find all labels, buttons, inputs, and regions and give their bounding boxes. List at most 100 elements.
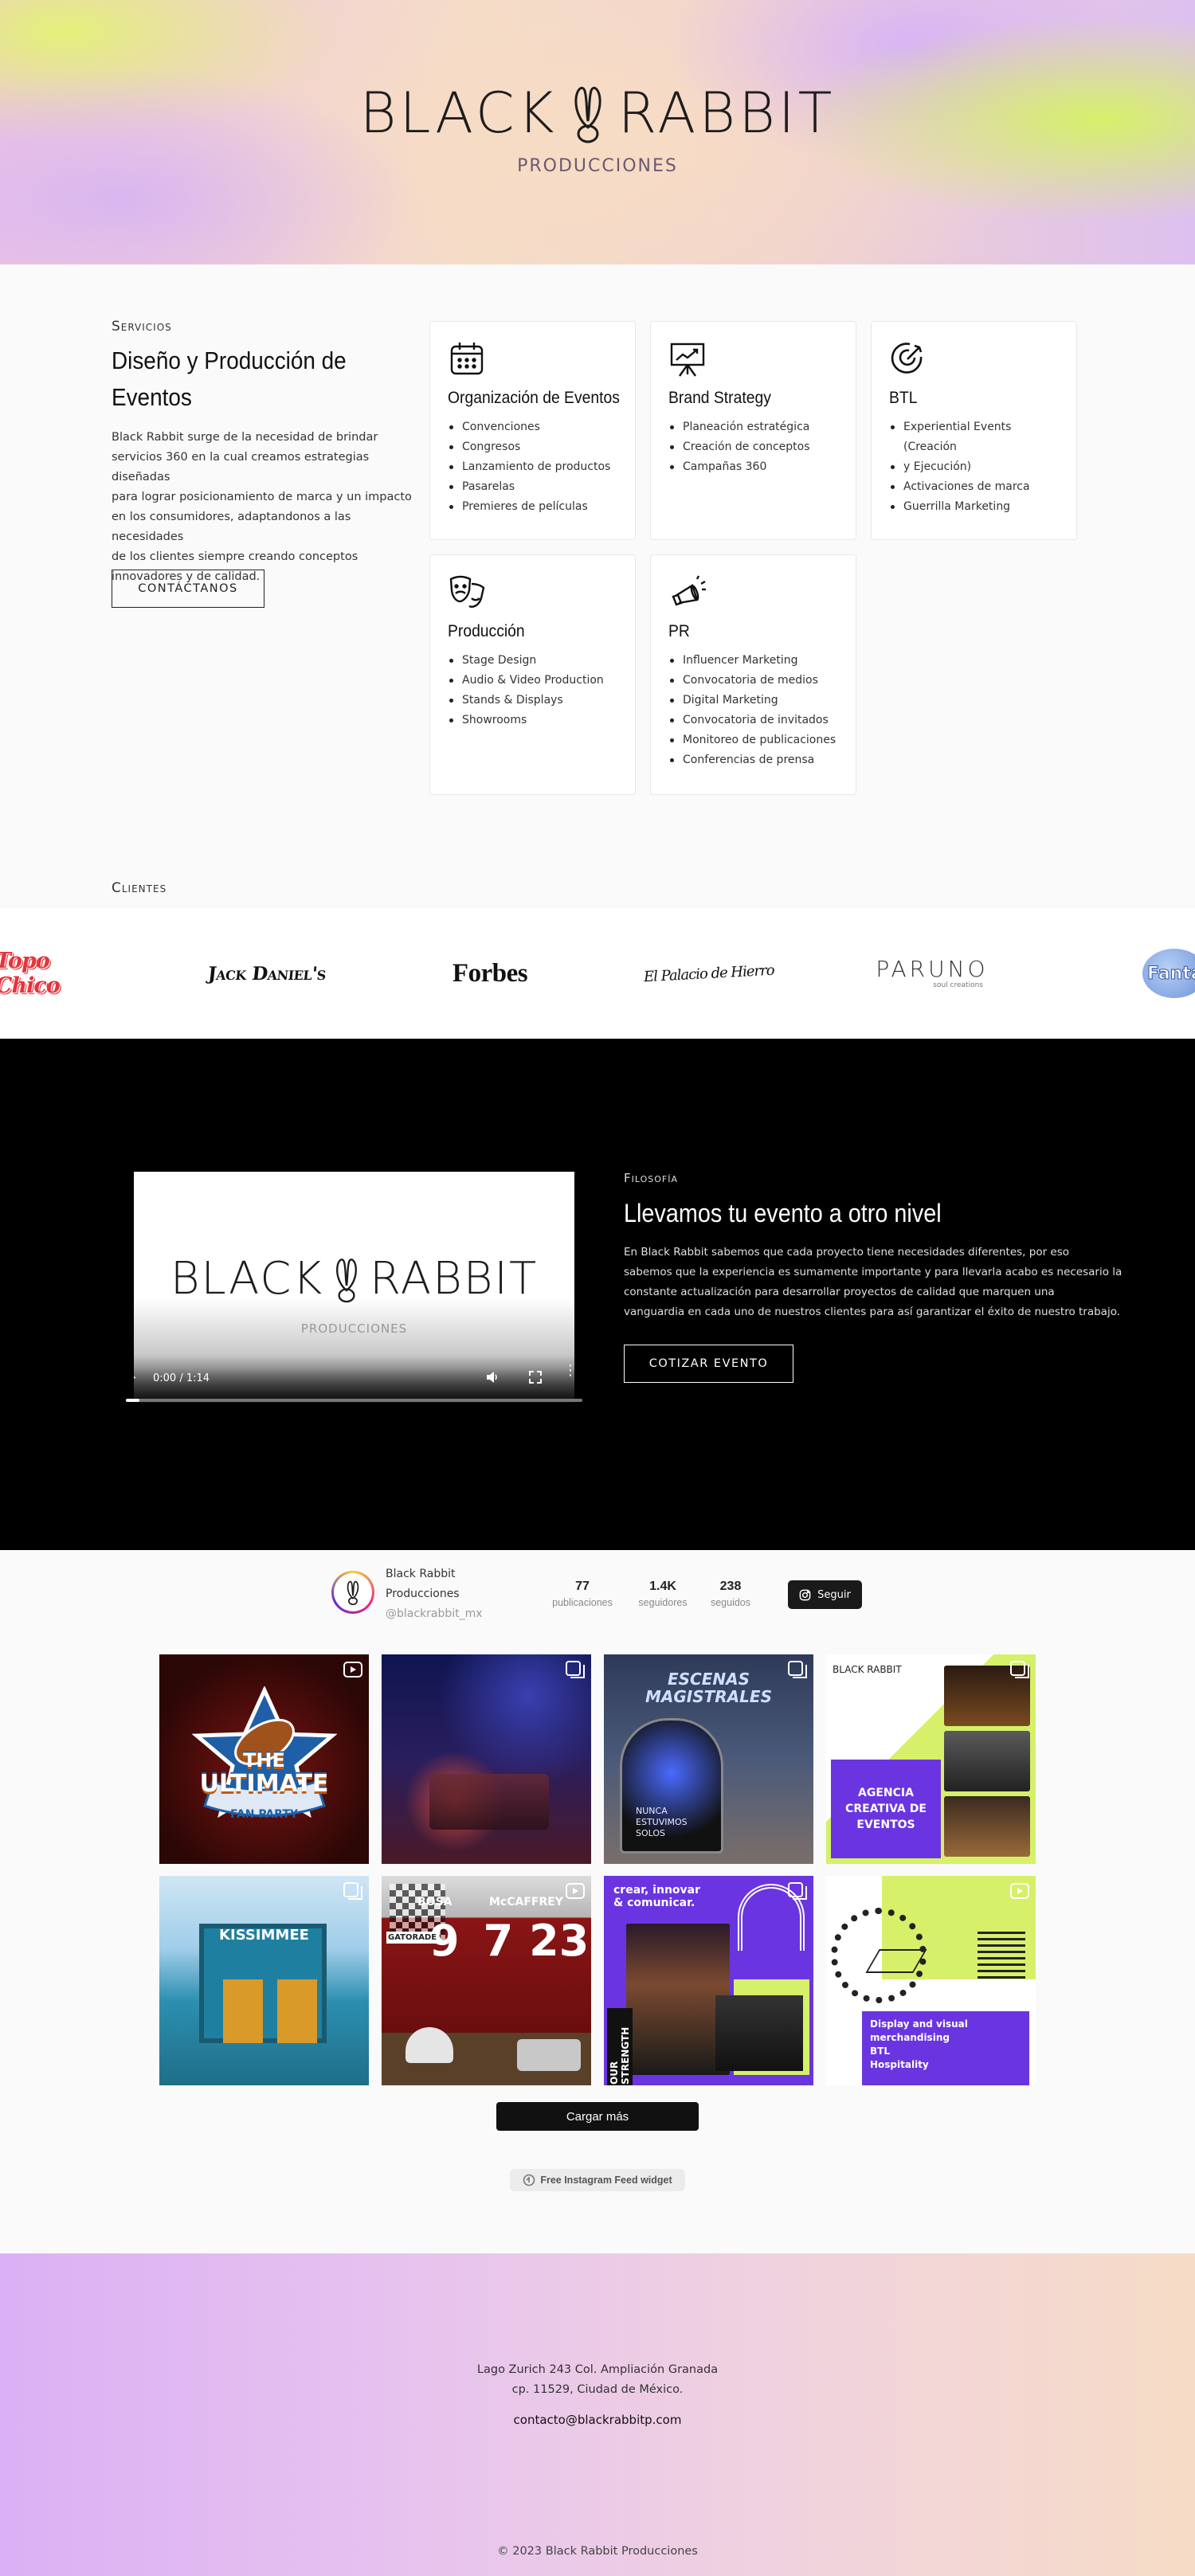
client-logo-text: Fanta (1147, 963, 1195, 984)
instagram-post[interactable]: BLACK RABBIT AGENCIA CREATIVA DE EVENTOS (826, 1654, 1036, 1864)
fullscreen-icon[interactable] (527, 1369, 543, 1385)
post-caption: crear, innovar & comunicar. (613, 1884, 701, 1909)
service-card-title: Organización de Eventos (448, 389, 620, 407)
description-line: para lograr posicionamiento de marca y u… (112, 491, 412, 503)
services-eyebrow: Servicios (112, 319, 172, 335)
stat-value: 238 (719, 1580, 742, 1593)
post-text: McCAFFREY (489, 1896, 563, 1909)
instagram-post[interactable]: BOSA McCAFFREY 9723 GATORADE (382, 1876, 591, 2085)
service-card-title: BTL (889, 389, 918, 407)
list-item: Experiential Events (Creación (889, 417, 1059, 457)
client-logo-forbes: Forbes (422, 908, 558, 1039)
list-item: Lanzamiento de productos (448, 457, 617, 477)
list-item: Congresos (448, 437, 617, 457)
instagram-post[interactable]: crear, innovar & comunicar. OUR STRENGTH (604, 1876, 813, 2085)
follow-button[interactable]: Seguir (788, 1580, 862, 1609)
post-caption: ESCENAS MAGISTRALES (604, 1670, 813, 1705)
client-logo-text: Forbes (452, 958, 528, 988)
post-caption: KISSIMMEE (219, 1927, 309, 1944)
list-item: Planeación estratégica (668, 417, 838, 437)
more-options-icon[interactable]: ⋮ (563, 1364, 574, 1378)
video-controls: ▶ 0:00 / 1:14 ⋮ (134, 1355, 574, 1403)
post-caption: AGENCIA CREATIVA DE EVENTOS (831, 1760, 941, 1858)
post-image-door (223, 1979, 263, 2043)
post-text: MAGISTRALES (645, 1687, 772, 1706)
instagram-post[interactable]: ESCENAS MAGISTRALES NUNCA ESTUVIMOS SOLO… (604, 1654, 813, 1864)
address-line: cp. 11529, Ciudad de México. (511, 2383, 684, 2396)
footer-address: Lago Zurich 243 Col. Ampliación Granada … (0, 2360, 1195, 2400)
post-text: BLACK RABBIT (833, 1664, 902, 1675)
widget-credit-label: Free Instagram Feed widget (540, 2175, 672, 2186)
instagram-profile-name[interactable]: Black Rabbit Producciones @blackrabbit_m… (386, 1564, 483, 1624)
address-line: Lago Zurich 243 Col. Ampliación Granada (476, 2363, 719, 2376)
clients-eyebrow: Clientes (112, 880, 167, 896)
list-item: Conferencias de prensa (668, 750, 838, 770)
description-line: en los consumidores, adaptandonos a las … (112, 511, 351, 543)
client-logo-text: PARUNO (876, 956, 989, 982)
service-card-list: Stage Design Audio & Video Production St… (448, 651, 617, 730)
instagram-handle: @blackrabbit_mx (386, 1607, 483, 1620)
reel-icon (1010, 1883, 1029, 1899)
video-progress-fill (126, 1399, 140, 1402)
description-line: de los clientes siempre creando concepto… (112, 550, 358, 563)
play-icon[interactable]: ▶ (134, 1371, 136, 1384)
list-item: Convenciones (448, 417, 617, 437)
reel-icon (343, 1662, 362, 1678)
instagram-icon (799, 1589, 811, 1600)
follow-label: Seguir (817, 1588, 851, 1601)
client-logo-topo-chico: Topo Chico (0, 908, 104, 1039)
client-logo-text: El Palacio de Hierro (643, 961, 775, 985)
load-more-button[interactable]: Cargar más (496, 2102, 699, 2131)
contact-button[interactable]: CONTÁCTANOS (112, 570, 264, 608)
profile-name-line: Producciones (386, 1587, 460, 1600)
theater-masks-icon (448, 573, 486, 611)
instagram-avatar[interactable] (331, 1571, 374, 1614)
megaphone-icon (668, 573, 707, 611)
service-card-list: Influencer Marketing Convocatoria de med… (668, 651, 838, 770)
service-card-list: Planeación estratégica Creación de conce… (668, 417, 838, 477)
clients-logo-carousel[interactable]: Topo Chico Jack Daniel's Forbes El Palac… (0, 908, 1195, 1039)
list-item: Convocatoria de invitados (668, 711, 838, 730)
post-photo (626, 1924, 730, 2075)
video-player[interactable]: BLACK RABBIT PRODUCCIONES ▶ 0:00 / 1:14 ⋮ (134, 1172, 574, 1403)
stat-value: 77 (575, 1580, 590, 1593)
list-item: Guerrilla Marketing (889, 497, 1059, 517)
service-card-list: Convenciones Congresos Lanzamiento de pr… (448, 417, 617, 517)
list-item: Digital Marketing (668, 691, 838, 711)
instagram-post[interactable] (382, 1654, 591, 1864)
album-icon (343, 1882, 362, 1900)
post-caption: THE ULTIMATE (159, 1748, 369, 1796)
instagram-post[interactable]: THE ULTIMATE FAN PARTY (159, 1654, 369, 1864)
service-card-list: Experiential Events (Creación y Ejecució… (889, 417, 1059, 517)
brand-name-right: RABBIT (617, 80, 836, 146)
instagram-post[interactable]: Display and visual merchandising BTL Hos… (826, 1876, 1036, 2085)
volume-icon[interactable] (484, 1369, 500, 1385)
description-line: sabemos que la experiencia es sumamente … (624, 1266, 1123, 1278)
services-description: Black Rabbit surge de la necesidad de br… (112, 428, 414, 587)
instagram-post[interactable]: KISSIMMEE (159, 1876, 369, 2085)
jersey-numbers: 9723 (429, 1916, 590, 1966)
stat-label: seguidos (710, 1597, 751, 1608)
quote-event-button[interactable]: COTIZAR EVENTO (624, 1345, 793, 1383)
rabbit-ears-icon (562, 81, 613, 145)
post-image-stage (429, 1774, 549, 1830)
list-item: Monitoreo de publicaciones (668, 730, 838, 750)
philosophy-description: En Black Rabbit sabemos que cada proyect… (624, 1243, 1134, 1322)
footer-email-link[interactable]: contacto@blackrabbitp.com (514, 2413, 682, 2427)
video-time: 0:00 / 1:14 (153, 1372, 210, 1384)
profile-name-line: Black Rabbit (386, 1568, 456, 1580)
list-item: Influencer Marketing (668, 651, 838, 671)
presentation-board-icon (668, 339, 707, 378)
description-line: servicios 360 en la cual creamos estrate… (112, 451, 370, 483)
post-stripes (978, 1932, 1025, 1979)
list-item-continuation: y Ejecución) (903, 460, 972, 473)
services-title-line: Eventos (112, 383, 192, 411)
video-progress-track[interactable] (126, 1399, 582, 1402)
widget-logo-icon (523, 2174, 535, 2186)
footer-copyright: © 2023 Black Rabbit Producciones (497, 2545, 698, 2558)
client-logo-text: Jack Daniel's (206, 962, 327, 985)
philosophy-eyebrow: Filosofía (624, 1171, 679, 1185)
widget-credit-link[interactable]: Free Instagram Feed widget (510, 2169, 685, 2191)
service-card-brand-strategy: Brand Strategy Planeación estratégica Cr… (650, 321, 856, 540)
brand-logo[interactable]: BLACK RABBIT (0, 81, 1195, 145)
